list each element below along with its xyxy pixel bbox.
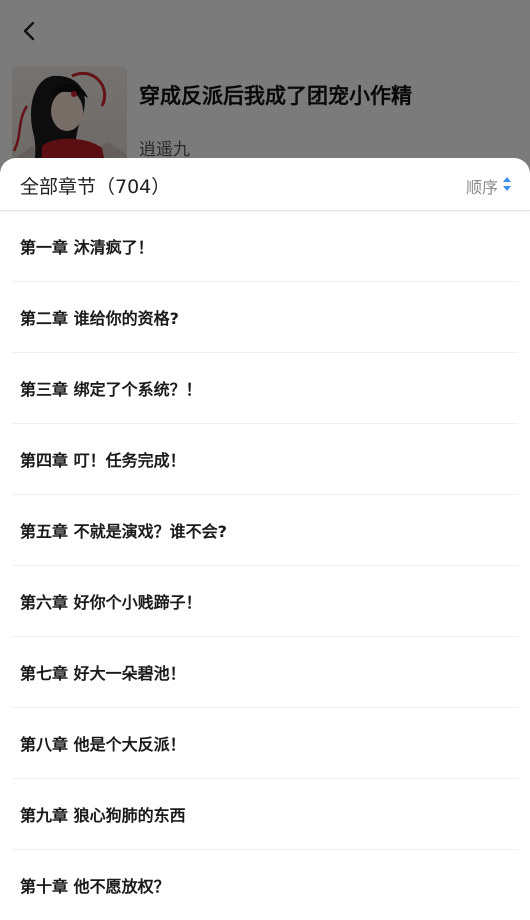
chapter-item[interactable]: 第二章 谁给你的资格? — [12, 282, 518, 353]
chapter-item[interactable]: 第四章 叮！任务完成！ — [12, 424, 518, 495]
chapter-item[interactable]: 第三章 绑定了个系统？！ — [12, 353, 518, 424]
chapter-title: 第十章 他不愿放权？ — [20, 877, 170, 896]
sort-arrows-icon — [502, 176, 512, 196]
chapter-title: 第七章 好大一朵碧池！ — [20, 664, 186, 683]
chapter-item[interactable]: 第九章 狼心狗肺的东西 — [12, 779, 518, 850]
sort-toggle[interactable]: 顺序 — [466, 174, 512, 198]
chapter-item[interactable]: 第六章 好你个小贱蹄子！ — [12, 566, 518, 637]
chapter-sheet: 全部章节（704） 顺序 第一章 沐清疯了！ 第二章 谁给你的资格? 第三章 绑… — [0, 158, 530, 920]
sheet-header: 全部章节（704） 顺序 — [0, 158, 530, 211]
chapter-title: 第五章 不就是演戏？谁不会? — [20, 522, 227, 541]
chapter-item[interactable]: 第五章 不就是演戏？谁不会? — [12, 495, 518, 566]
chapter-item[interactable]: 第十章 他不愿放权？ — [12, 850, 518, 920]
chapter-item[interactable]: 第七章 好大一朵碧池！ — [12, 637, 518, 708]
chapter-item[interactable]: 第一章 沐清疯了！ — [12, 211, 518, 282]
chapter-title: 第四章 叮！任务完成！ — [20, 451, 186, 470]
chapter-title: 第八章 他是个大反派！ — [20, 735, 186, 754]
chapter-title: 第二章 谁给你的资格? — [20, 309, 179, 328]
chapter-title: 第一章 沐清疯了！ — [20, 238, 154, 257]
chapter-title: 第三章 绑定了个系统？！ — [20, 380, 202, 399]
chapter-item[interactable]: 第八章 他是个大反派！ — [12, 708, 518, 779]
chapter-list-screen: 穿成反派后我成了团宠小作精 逍遥九 全部章节（704） 顺序 第一章 沐清疯了！… — [0, 0, 530, 920]
chapter-title: 第六章 好你个小贱蹄子！ — [20, 593, 202, 612]
chapter-count-title: 全部章节（704） — [20, 176, 171, 198]
chapter-title: 第九章 狼心狗肺的东西 — [20, 806, 186, 825]
chapter-list: 第一章 沐清疯了！ 第二章 谁给你的资格? 第三章 绑定了个系统？！ 第四章 叮… — [0, 211, 530, 920]
sort-label: 顺序 — [465, 178, 498, 197]
